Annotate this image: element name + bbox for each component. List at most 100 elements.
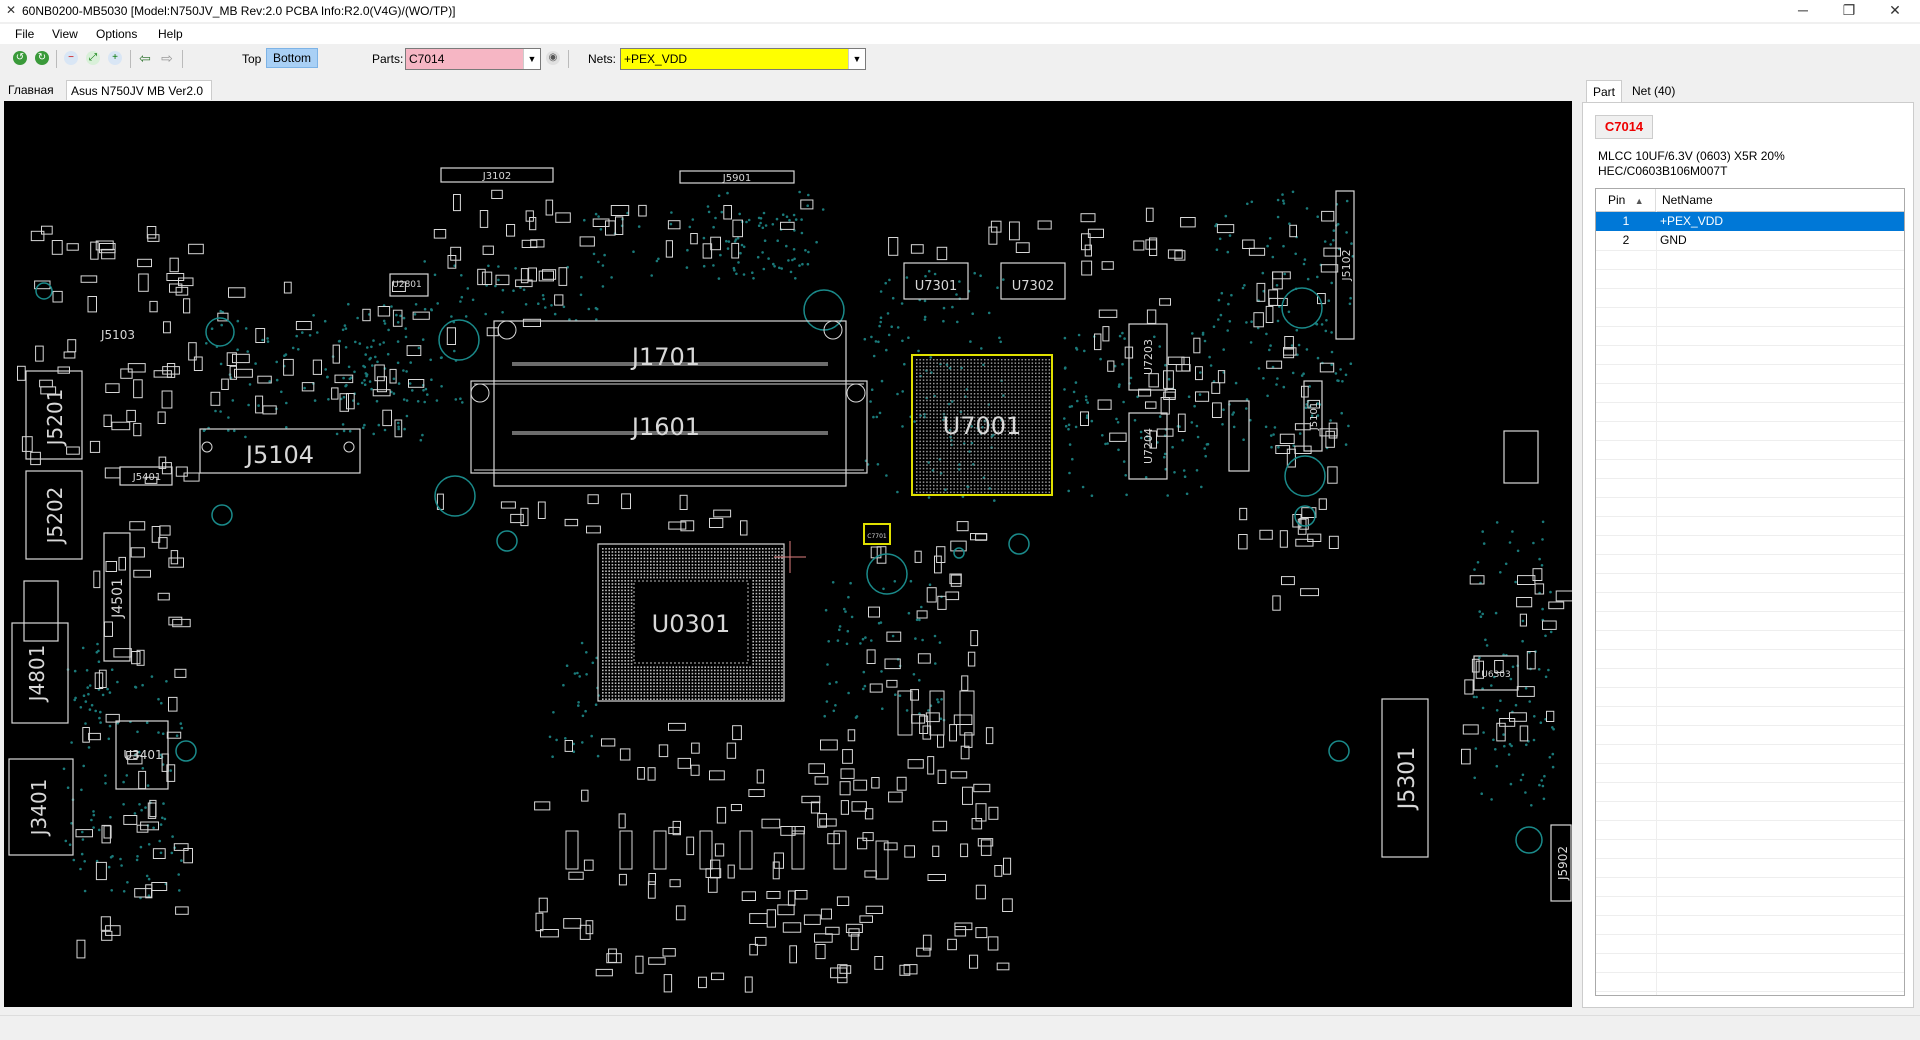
zoom-fit-icon[interactable]: ⤢ (86, 51, 100, 65)
minimize-button[interactable]: ─ (1780, 0, 1826, 22)
row-divider (1596, 345, 1904, 346)
nets-combobox[interactable]: +PEX_VDD ▼ (620, 48, 866, 70)
row-divider (1596, 934, 1904, 935)
back-icon[interactable]: ⇦ (138, 51, 152, 65)
tab-net[interactable]: Net (40) (1626, 80, 1681, 102)
rotate-right-icon[interactable]: ↻ (35, 51, 49, 65)
row-divider (1596, 858, 1904, 859)
label-j3102: J3102 (482, 171, 511, 182)
toolbar-separator (182, 50, 183, 68)
label-j5901: J5901 (722, 173, 751, 184)
label-u7204: U7204 (1142, 428, 1155, 464)
app-icon: ✕ (6, 3, 17, 17)
table-row[interactable]: 2 GND (1596, 231, 1904, 250)
row-divider (1596, 478, 1904, 479)
row-divider (1596, 611, 1904, 612)
row-divider (1596, 744, 1904, 745)
label-j5202: J5202 (43, 487, 67, 546)
label-j5103: J5103 (100, 328, 135, 342)
label-c7701: C7701 (867, 533, 887, 540)
status-bar (0, 1015, 1920, 1040)
nets-label: Nets: (588, 52, 617, 66)
row-divider (1596, 972, 1904, 973)
row-divider (1596, 896, 1904, 897)
row-divider (1596, 877, 1904, 878)
toolbar-separator (130, 50, 131, 68)
label-j5104: J5104 (244, 441, 314, 469)
chevron-down-icon[interactable]: ▼ (523, 49, 540, 69)
table-row[interactable]: 1 +PEX_VDD (1596, 212, 1904, 231)
label-u7301: U7301 (915, 279, 958, 294)
nets-value: +PEX_VDD (624, 52, 688, 66)
label-j5101: J5101 (1309, 402, 1320, 431)
row-divider (1596, 421, 1904, 422)
part-panel: C7014 MLCC 10UF/6.3V (0603) X5R 20% HEC/… (1582, 102, 1914, 1008)
row-divider (1596, 649, 1904, 650)
label-j1701: J1701 (630, 343, 700, 371)
row-divider (1596, 364, 1904, 365)
zoom-out-icon[interactable]: − (64, 51, 78, 65)
row-divider (1596, 801, 1904, 802)
tab-part[interactable]: Part (1586, 80, 1623, 103)
row-divider (1596, 516, 1904, 517)
zoom-in-icon[interactable]: + (108, 51, 122, 65)
row-divider (1596, 250, 1904, 251)
part-name-badge: C7014 (1595, 115, 1653, 139)
chevron-down-icon[interactable]: ▼ (848, 49, 865, 69)
label-u2801: U2801 (392, 280, 422, 290)
column-header-netname[interactable]: NetName (1656, 189, 1904, 211)
menu-view[interactable]: View (52, 27, 78, 41)
label-j5401: J5401 (132, 472, 161, 483)
board-canvas[interactable]: J3102 J5901 J5103 J1701 J1601 J5104 U700… (4, 101, 1572, 1007)
sort-up-icon: ▲ (1634, 196, 1644, 206)
label-u7302: U7302 (1012, 279, 1055, 294)
toolbar: ↺ ↻ − ⤢ + ⇦ ⇨ Top Bottom Parts: C7014 ▼ … (0, 45, 1920, 73)
row-divider (1596, 307, 1904, 308)
rotate-left-icon[interactable]: ↺ (13, 51, 27, 65)
row-divider (1596, 725, 1904, 726)
label-j5201: J5201 (43, 389, 67, 448)
close-button[interactable]: ✕ (1872, 0, 1918, 22)
bottom-button[interactable]: Bottom (266, 48, 318, 68)
row-divider (1596, 288, 1904, 289)
label-j5102: J5102 (1340, 249, 1353, 281)
menu-help[interactable]: Help (158, 27, 183, 41)
label-j4501: J4501 (110, 578, 126, 619)
row-divider (1596, 953, 1904, 954)
row-divider (1596, 573, 1904, 574)
row-divider (1596, 459, 1904, 460)
right-panel: Part Net (40) C7014 MLCC 10UF/6.3V (0603… (1582, 80, 1916, 1010)
board-view[interactable]: J3102 J5901 J5103 J1701 J1601 J5104 U700… (4, 101, 1572, 1007)
label-u0301: U0301 (652, 610, 731, 638)
tab-board[interactable]: Asus N750JV MB Ver2.0 (66, 80, 212, 100)
row-divider (1596, 269, 1904, 270)
column-header-pin[interactable]: Pin ▲ (1596, 189, 1656, 211)
row-divider (1596, 915, 1904, 916)
tab-main[interactable]: Главная (4, 80, 66, 100)
maximize-button[interactable]: ❐ (1826, 0, 1872, 22)
parts-label: Parts: (372, 52, 404, 66)
parts-combobox[interactable]: C7014 ▼ (405, 48, 541, 70)
menu-file[interactable]: File (15, 27, 34, 41)
top-button[interactable]: Top (242, 52, 261, 66)
row-divider (1596, 820, 1904, 821)
forward-icon[interactable]: ⇨ (160, 51, 174, 65)
row-divider (1596, 839, 1904, 840)
pin-table: Pin ▲ NetName 1 +PEX_VDD 2 GND (1595, 188, 1905, 996)
label-u6303: U6303 (1481, 670, 1511, 680)
menu-options[interactable]: Options (96, 27, 137, 41)
label-j3401: J3401 (27, 779, 51, 838)
menu-bar: File View Options Help (0, 24, 1920, 44)
row-divider (1596, 326, 1904, 327)
pads (17, 189, 1572, 993)
pin-cell: 2 (1622, 233, 1630, 247)
net-cell: GND (1660, 233, 1687, 247)
toolbar-separator (56, 50, 57, 68)
net-cell: +PEX_VDD (1660, 214, 1724, 228)
label-u7203: U7203 (1142, 339, 1155, 375)
label-j5902: J5902 (1556, 846, 1570, 881)
row-divider (1596, 763, 1904, 764)
row-divider (1596, 706, 1904, 707)
bulb-icon[interactable]: ◉ (546, 51, 560, 65)
label-u3401: U3401 (123, 748, 162, 762)
